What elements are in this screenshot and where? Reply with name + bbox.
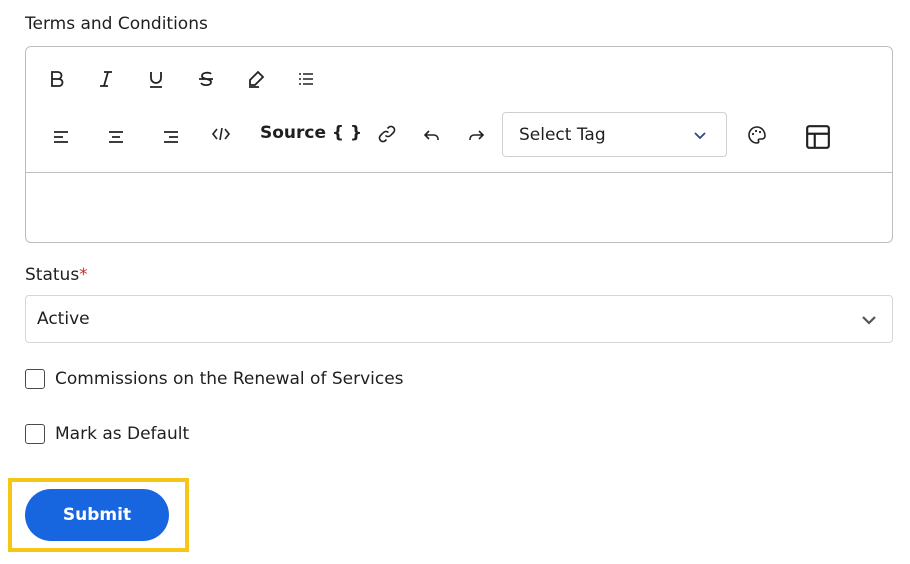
italic-icon[interactable] xyxy=(92,65,120,93)
status-select[interactable]: Active xyxy=(25,295,893,343)
redo-icon[interactable] xyxy=(462,121,490,149)
select-tag-dropdown[interactable]: Select Tag xyxy=(502,112,727,157)
align-right-icon[interactable] xyxy=(157,123,185,151)
submit-button[interactable]: Submit xyxy=(25,489,169,541)
code-icon[interactable] xyxy=(207,120,235,148)
status-label-text: Status xyxy=(25,265,80,285)
checkbox-row-default: Mark as Default xyxy=(25,424,189,444)
bold-icon[interactable] xyxy=(43,65,71,93)
rich-text-editor: Source { } Select Tag xyxy=(25,46,893,243)
commissions-renewal-checkbox[interactable] xyxy=(25,369,45,389)
status-value: Active xyxy=(37,309,90,329)
undo-icon[interactable] xyxy=(418,121,446,149)
required-asterisk: * xyxy=(79,265,88,285)
status-label: Status* xyxy=(25,265,88,285)
bullet-list-icon[interactable] xyxy=(292,65,320,93)
align-center-icon[interactable] xyxy=(102,123,130,151)
underline-icon[interactable] xyxy=(142,65,170,93)
editor-content-area[interactable] xyxy=(26,173,892,242)
strikethrough-icon[interactable] xyxy=(192,65,220,93)
commissions-renewal-label: Commissions on the Renewal of Services xyxy=(55,369,404,389)
checkbox-row-commissions: Commissions on the Renewal of Services xyxy=(25,369,404,389)
align-left-icon[interactable] xyxy=(47,123,75,151)
palette-icon[interactable] xyxy=(743,121,771,149)
chevron-down-icon xyxy=(862,316,876,325)
source-button[interactable]: Source { } xyxy=(260,123,362,143)
highlighter-icon[interactable] xyxy=(242,65,270,93)
mark-default-label: Mark as Default xyxy=(55,424,190,444)
mark-default-checkbox[interactable] xyxy=(25,424,45,444)
link-icon[interactable] xyxy=(373,120,401,148)
terms-label: Terms and Conditions xyxy=(25,14,208,34)
chevron-down-icon xyxy=(694,132,706,140)
table-icon[interactable] xyxy=(802,121,834,153)
select-tag-label: Select Tag xyxy=(519,124,606,145)
